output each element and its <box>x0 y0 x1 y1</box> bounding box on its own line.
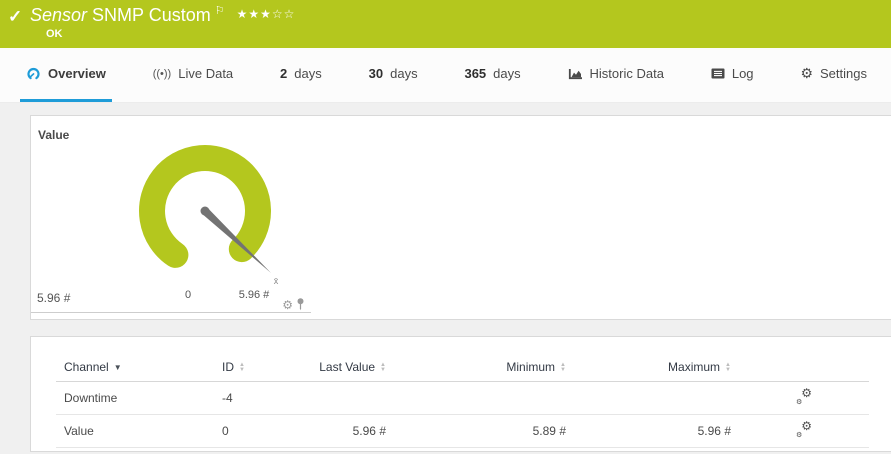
sort-icon: ▲▼ <box>725 363 731 373</box>
sensor-title-prefix: Sensor <box>30 5 87 25</box>
cell-edit: ⚙⚙ <box>739 382 869 415</box>
tab-2-days[interactable]: 2 days <box>274 48 328 102</box>
tab-label: days <box>294 66 321 81</box>
cell-last-value: 5.96 # <box>294 415 394 448</box>
col-header-edit <box>739 353 869 382</box>
col-header-minimum[interactable]: Minimum ▲▼ <box>394 353 574 382</box>
sort-icon: ▲▼ <box>380 363 386 373</box>
cell-id: -4 <box>214 382 294 415</box>
tab-number: 2 <box>280 66 287 81</box>
area-chart-icon <box>568 68 583 80</box>
tab-label: Historic Data <box>590 66 664 81</box>
tab-historic-data[interactable]: Historic Data <box>562 48 670 102</box>
tab-overview[interactable]: Overview <box>20 48 112 102</box>
cell-last-value <box>294 382 394 415</box>
sensor-title-name: SNMP Custom <box>92 5 211 25</box>
col-label: ID <box>222 360 234 374</box>
col-header-id[interactable]: ID ▲▼ <box>214 353 294 382</box>
cell-edit: ⚙⚙ <box>739 415 869 448</box>
tab-label: Settings <box>820 66 867 81</box>
tab-settings[interactable]: ⚙ Settings <box>794 48 873 102</box>
tab-label: Overview <box>48 66 106 81</box>
tab-365-days[interactable]: 365 days <box>458 48 526 102</box>
col-header-maximum[interactable]: Maximum ▲▼ <box>574 353 739 382</box>
cell-channel: Value <box>56 415 214 448</box>
col-header-channel[interactable]: Channel ▼ <box>56 353 214 382</box>
gauge-icon <box>26 67 41 81</box>
sort-desc-icon: ▼ <box>114 363 122 372</box>
sensor-header: ✓ SensorSNMP Custom ⚐ ★★★☆☆ OK <box>0 0 891 48</box>
channel-table-panel: Channel ▼ ID ▲▼ Last Value ▲▼ Minimum ▲▼ Max… <box>30 336 891 452</box>
gauge-current-value: 5.96 # <box>37 291 70 305</box>
channel-settings-button[interactable]: ⚙⚙ <box>796 422 812 437</box>
tab-label: Live Data <box>178 66 233 81</box>
value-gauge-tile: Value x̄ 0 5.96 # 5.96 # ⚙ <box>31 116 311 313</box>
col-label: Minimum <box>506 360 555 374</box>
gauge-max-label: 5.96 # <box>239 289 270 301</box>
cell-maximum <box>574 382 739 415</box>
tab-number: 365 <box>464 66 486 81</box>
status-badge: OK <box>46 28 63 40</box>
gauge-needle-label: x̄ <box>274 276 279 286</box>
tab-label: days <box>493 66 520 81</box>
col-label: Last Value <box>319 360 375 374</box>
tab-bar: Overview ((•)) Live Data 2 days 30 days … <box>0 48 891 103</box>
tab-live-data[interactable]: ((•)) Live Data <box>147 48 239 102</box>
cell-maximum: 5.96 # <box>574 415 739 448</box>
overview-panel: Value x̄ 0 5.96 # 5.96 # ⚙ <box>30 115 891 320</box>
tab-label: days <box>390 66 417 81</box>
table-row-downtime: Downtime -4 ⚙⚙ <box>56 382 869 415</box>
tab-30-days[interactable]: 30 days <box>363 48 424 102</box>
cell-channel: Downtime <box>56 382 214 415</box>
tab-label: Log <box>732 66 754 81</box>
gauge-min-label: 0 <box>185 289 191 301</box>
cell-minimum: 5.89 # <box>394 415 574 448</box>
cell-id: 0 <box>214 415 294 448</box>
stars-filled: ★★★ <box>237 7 272 21</box>
table-header-row: Channel ▼ ID ▲▼ Last Value ▲▼ Minimum ▲▼ Max… <box>56 353 869 382</box>
col-label: Channel <box>64 360 109 374</box>
sensor-title: SensorSNMP Custom ⚐ ★★★☆☆ <box>30 4 295 26</box>
pin-icon[interactable] <box>296 298 305 311</box>
broadcast-icon: ((•)) <box>153 68 172 80</box>
flag-icon[interactable]: ⚐ <box>215 5 225 17</box>
gear-icon: ⚙ <box>800 65 813 82</box>
stars-empty: ☆☆ <box>272 7 296 21</box>
channel-settings-button[interactable]: ⚙⚙ <box>796 389 812 404</box>
value-gauge: x̄ 0 5.96 # <box>31 116 311 313</box>
col-label: Maximum <box>668 360 720 374</box>
sort-icon: ▲▼ <box>560 363 566 373</box>
col-header-last-value[interactable]: Last Value ▲▼ <box>294 353 394 382</box>
tab-log[interactable]: Log <box>705 48 760 102</box>
gauge-settings-icon[interactable]: ⚙ <box>282 299 293 311</box>
channel-table: Channel ▼ ID ▲▼ Last Value ▲▼ Minimum ▲▼ Max… <box>56 353 869 448</box>
status-check-icon: ✓ <box>8 7 22 27</box>
log-icon <box>711 68 725 79</box>
priority-stars[interactable]: ★★★☆☆ <box>237 7 296 21</box>
table-row-value: Value 0 5.96 # 5.89 # 5.96 # ⚙⚙ <box>56 415 869 448</box>
sort-icon: ▲▼ <box>239 363 245 373</box>
gauge-toolbar: ⚙ <box>282 298 305 311</box>
gauge-arc <box>152 158 258 255</box>
cell-minimum <box>394 382 574 415</box>
tab-number: 30 <box>369 66 383 81</box>
